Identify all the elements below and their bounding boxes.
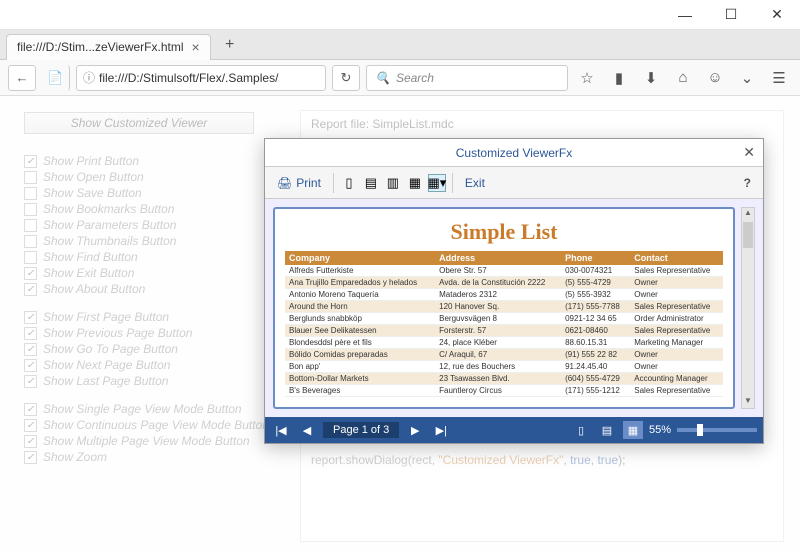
star-icon[interactable]: ☆ — [574, 65, 600, 91]
table-row: Blondesddsl père et fils24, place Kléber… — [285, 337, 723, 349]
print-button[interactable]: 🖨 Print — [271, 173, 327, 193]
prev-page-button[interactable]: ◀ — [297, 421, 317, 439]
table-row: Bólido Comidas preparadasC/ Araquil, 67(… — [285, 349, 723, 361]
report-page: Simple List CompanyAddressPhoneContact A… — [273, 207, 735, 409]
file-icon[interactable]: 📄 — [42, 65, 70, 91]
table-row: Ana Trujillo Emparedados y heladosAvda. … — [285, 277, 723, 289]
scroll-thumb[interactable] — [743, 222, 753, 248]
first-page-button[interactable]: |◀ — [271, 421, 291, 439]
report-title: Simple List — [285, 219, 723, 245]
window-close[interactable]: ✕ — [754, 0, 800, 30]
table-row: Bon app'12, rue des Bouchers91.24.45.40O… — [285, 361, 723, 373]
menu-icon[interactable]: ☰ — [766, 65, 792, 91]
mode3-icon[interactable]: ▦ — [623, 421, 643, 439]
scroll-down-icon[interactable]: ▼ — [742, 396, 754, 408]
col-header: Address — [435, 251, 561, 265]
info-icon: ⓘ — [83, 69, 95, 86]
table-row: Antonio Moreno TaqueríaMataderos 2312(5)… — [285, 289, 723, 301]
back-button[interactable]: ← — [8, 65, 36, 91]
viewer-toolbar: 🖨 Print ▯ ▤ ▥ ▦ ▦▾ Exit ? — [265, 167, 763, 199]
table-row: B's BeveragesFauntleroy Circus(171) 555-… — [285, 385, 723, 397]
mode2-icon[interactable]: ▤ — [597, 421, 617, 439]
continuous-page-icon[interactable]: ▤ — [362, 174, 380, 192]
zoom-slider[interactable] — [677, 428, 757, 432]
mode1-icon[interactable]: ▯ — [571, 421, 591, 439]
col-header: Phone — [561, 251, 630, 265]
report-table: CompanyAddressPhoneContact Alfreds Futte… — [285, 251, 723, 397]
pocket-icon[interactable]: ⌄ — [734, 65, 760, 91]
reload-button[interactable]: ↻ — [332, 65, 360, 91]
col-header: Contact — [630, 251, 723, 265]
viewer-viewport: Simple List CompanyAddressPhoneContact A… — [265, 199, 763, 417]
search-placeholder: Search — [396, 71, 434, 85]
table-row: Bottom-Dollar Markets23 Tsawassen Blvd.(… — [285, 373, 723, 385]
url-text: file:///D:/Stimulsoft/Flex/.Samples/ — [99, 71, 278, 85]
zoom-label: 55% — [649, 424, 671, 436]
search-box[interactable]: 🔍 Search — [366, 65, 568, 91]
browser-tab[interactable]: file:///D:/Stim...zeViewerFx.html × — [6, 34, 211, 60]
table-row: Alfreds FutterkisteObere Str. 57030-0074… — [285, 265, 723, 277]
tab-close-icon[interactable]: × — [191, 39, 199, 55]
download-icon[interactable]: ⬇ — [638, 65, 664, 91]
viewer-modal: Customized ViewerFx ✕ 🖨 Print ▯ ▤ ▥ ▦ ▦▾… — [264, 138, 764, 444]
zoom-thumb[interactable] — [697, 424, 703, 436]
table-row: Berglunds snabbköpBerguvsvägen 80921-12 … — [285, 313, 723, 325]
home-icon[interactable]: ⌂ — [670, 65, 696, 91]
next-page-button[interactable]: ▶ — [405, 421, 425, 439]
col-header: Company — [285, 251, 435, 265]
feedback-icon[interactable]: ☺ — [702, 65, 728, 91]
new-tab-button[interactable]: + — [217, 34, 243, 56]
search-icon: 🔍 — [375, 71, 390, 85]
last-page-button[interactable]: ▶| — [431, 421, 451, 439]
multi-page-icon[interactable]: ▦ — [406, 174, 424, 192]
viewer-footer: |◀ ◀ Page 1 of 3 ▶ ▶| ▯ ▤ ▦ 55% — [265, 417, 763, 443]
modal-titlebar: Customized ViewerFx ✕ — [265, 139, 763, 167]
vertical-scrollbar[interactable]: ▲ ▼ — [741, 207, 755, 409]
bookmark-icon[interactable]: ▮ — [606, 65, 632, 91]
window-titlebar: — ☐ ✕ — [0, 0, 800, 30]
help-button[interactable]: ? — [738, 176, 757, 190]
nav-bar: ← 📄 ⓘ file:///D:/Stimulsoft/Flex/.Sample… — [0, 60, 800, 96]
page-label: Page 1 of 3 — [323, 422, 399, 438]
print-icon: 🖨 — [277, 176, 292, 190]
single-page-icon[interactable]: ▯ — [340, 174, 358, 192]
window-maximize[interactable]: ☐ — [708, 0, 754, 30]
exit-button[interactable]: Exit — [459, 173, 491, 193]
scroll-up-icon[interactable]: ▲ — [742, 208, 754, 220]
content-area: Show Customized Viewer ✓Show Print Butto… — [0, 96, 800, 552]
table-row: Around the Horn120 Hanover Sq.(171) 555-… — [285, 301, 723, 313]
table-row: Blauer See DelikatessenForsterstr. 57062… — [285, 325, 723, 337]
modal-close-icon[interactable]: ✕ — [743, 144, 755, 161]
modal-title-text: Customized ViewerFx — [456, 146, 572, 160]
grid-view-icon[interactable]: ▦▾ — [428, 174, 446, 192]
window-minimize[interactable]: — — [662, 0, 708, 30]
tab-title: file:///D:/Stim...zeViewerFx.html — [17, 40, 183, 54]
url-box[interactable]: ⓘ file:///D:/Stimulsoft/Flex/.Samples/ — [76, 65, 326, 91]
two-page-icon[interactable]: ▥ — [384, 174, 402, 192]
tab-bar: file:///D:/Stim...zeViewerFx.html × + — [0, 30, 800, 60]
